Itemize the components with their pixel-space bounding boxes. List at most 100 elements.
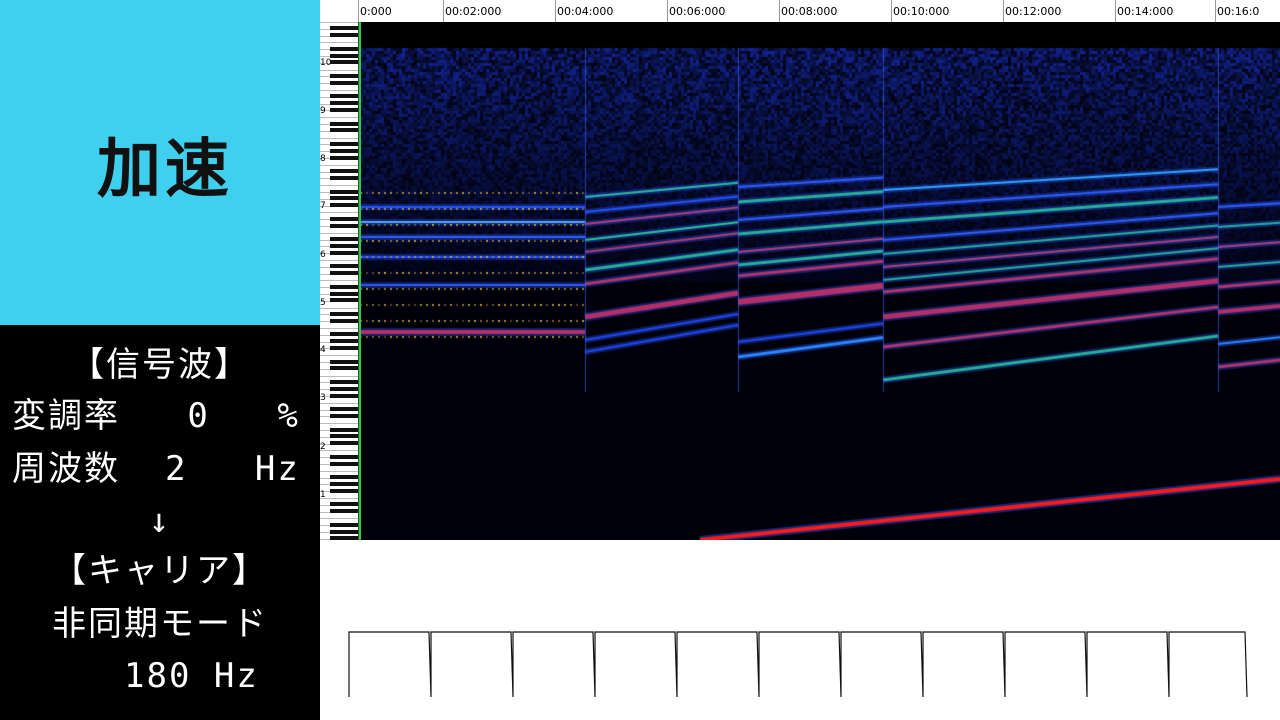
black-key[interactable]	[330, 121, 358, 126]
frequency-value: 2	[164, 449, 188, 489]
black-key[interactable]	[330, 203, 358, 208]
black-key[interactable]	[330, 488, 358, 493]
black-key[interactable]	[330, 60, 358, 65]
black-key[interactable]	[330, 414, 358, 418]
black-key[interactable]	[330, 74, 358, 78]
octave-label: 8	[320, 154, 326, 164]
timeline-label: 0:000	[360, 5, 392, 18]
black-key[interactable]	[330, 339, 358, 344]
frequency-unit: Hz	[254, 449, 300, 489]
black-key[interactable]	[330, 475, 358, 480]
carrier-header: 【キャリア】	[52, 551, 268, 591]
down-arrow-icon: ↓	[148, 501, 172, 541]
white-key-divider	[320, 328, 358, 329]
black-key[interactable]	[330, 502, 358, 507]
octave-label: 7	[320, 201, 326, 211]
black-key[interactable]	[330, 529, 358, 534]
timeline-tick	[1215, 0, 1216, 22]
black-key[interactable]	[330, 509, 358, 514]
white-key-divider	[320, 42, 358, 44]
carrier-mode: 非同期モード	[52, 604, 268, 644]
timeline-tick	[891, 0, 892, 22]
black-key[interactable]	[330, 359, 358, 364]
black-key[interactable]	[330, 142, 358, 146]
black-key[interactable]	[330, 189, 358, 194]
playhead[interactable]	[359, 22, 361, 540]
black-key[interactable]	[330, 386, 358, 391]
white-key-divider	[320, 260, 358, 261]
waveform-line	[348, 631, 1248, 698]
black-key[interactable]	[330, 108, 358, 112]
black-key[interactable]	[330, 169, 358, 174]
timeline-label: 00:12:000	[1005, 5, 1062, 18]
timeline-tick	[555, 0, 556, 22]
black-key[interactable]	[330, 407, 358, 412]
octave-label: 4	[320, 345, 326, 355]
black-key[interactable]	[330, 346, 358, 350]
frequency-label: 周波数	[12, 449, 120, 489]
black-key[interactable]	[330, 366, 358, 371]
timeline-tick	[779, 0, 780, 22]
waveform-view	[320, 540, 1280, 720]
modulation-label: 変調率	[12, 396, 120, 436]
black-key[interactable]	[330, 53, 358, 58]
black-key[interactable]	[330, 284, 358, 289]
black-key[interactable]	[330, 46, 358, 51]
modulation-unit: %	[277, 396, 300, 436]
black-key[interactable]	[330, 312, 358, 316]
black-key[interactable]	[330, 454, 358, 459]
black-key[interactable]	[330, 264, 358, 269]
black-key[interactable]	[330, 332, 358, 337]
white-key-divider	[320, 117, 358, 119]
octave-label: 6	[320, 250, 326, 260]
timeline-ruler[interactable]: 0:000 00:02:000 00:04:000 00:06:000 00:08:00…	[320, 0, 1280, 23]
black-key[interactable]	[330, 427, 358, 432]
signal-header: 【信号波】	[70, 345, 250, 385]
timeline-label: 00:10:000	[893, 5, 950, 18]
black-key[interactable]	[330, 298, 358, 303]
black-key[interactable]	[330, 94, 358, 99]
black-key[interactable]	[330, 318, 358, 323]
piano-keyboard[interactable]: 10 9 8 7 6 5 4 3 2 1	[320, 22, 359, 540]
black-key[interactable]	[330, 380, 358, 384]
black-key[interactable]	[330, 244, 358, 248]
black-key[interactable]	[330, 33, 358, 38]
black-key[interactable]	[330, 128, 358, 133]
white-key-divider	[320, 470, 358, 472]
octave-label: 2	[320, 442, 326, 452]
black-key[interactable]	[330, 291, 358, 296]
spectrogram-view: 0:000 00:02:000 00:04:000 00:06:000 00:08:00…	[320, 0, 1280, 720]
black-key[interactable]	[330, 271, 358, 276]
black-key[interactable]	[330, 461, 358, 466]
timeline-tick	[1003, 0, 1004, 22]
black-key[interactable]	[330, 148, 358, 153]
black-key[interactable]	[330, 393, 358, 398]
white-key-divider	[320, 280, 358, 282]
info-panel: 【信号波】 変調率 0 % 周波数 2 Hz ↓ 【キャリア】 非同期モード 1…	[0, 325, 320, 720]
black-key[interactable]	[330, 223, 358, 228]
black-key[interactable]	[330, 101, 358, 106]
white-key-divider	[320, 22, 358, 23]
spectrogram-canvas[interactable]	[360, 22, 1280, 540]
black-key[interactable]	[330, 216, 358, 221]
black-key[interactable]	[330, 237, 358, 242]
black-key[interactable]	[330, 26, 358, 31]
black-key[interactable]	[330, 522, 358, 527]
black-key[interactable]	[330, 155, 358, 160]
black-key[interactable]	[330, 441, 358, 446]
timeline-label: 00:04:000	[557, 5, 614, 18]
timeline-label: 00:14:000	[1117, 5, 1174, 18]
white-key-divider	[320, 212, 358, 214]
frequency-row: 周波数 2 Hz	[12, 449, 332, 489]
black-key[interactable]	[330, 80, 358, 85]
black-key[interactable]	[330, 196, 358, 201]
modulation-value: 0	[187, 396, 210, 436]
black-key[interactable]	[330, 434, 358, 439]
white-key-divider	[320, 137, 358, 139]
timeline-tick	[667, 0, 668, 22]
black-key[interactable]	[330, 482, 358, 486]
black-key[interactable]	[330, 176, 358, 180]
white-key-divider	[320, 69, 358, 71]
white-key-divider	[320, 232, 358, 234]
black-key[interactable]	[330, 250, 358, 255]
